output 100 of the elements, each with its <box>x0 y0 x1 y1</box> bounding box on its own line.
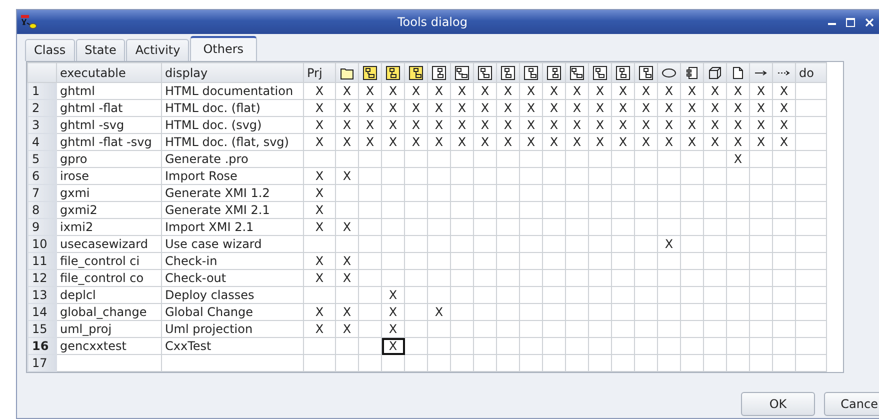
column-header[interactable]: do <box>796 62 826 82</box>
check-mark[interactable]: X <box>772 116 796 134</box>
table-cell[interactable]: usecasewizard <box>56 236 162 252</box>
check-mark[interactable]: X <box>404 82 428 100</box>
check-mark[interactable]: X <box>566 82 588 100</box>
check-mark[interactable]: X <box>566 134 588 150</box>
check-mark[interactable]: X <box>658 134 680 150</box>
table-cell[interactable]: global_change <box>56 304 162 320</box>
table-cell[interactable]: file_control co <box>56 270 162 286</box>
check-mark[interactable]: X <box>336 168 358 184</box>
check-mark[interactable]: X <box>726 100 750 116</box>
check-mark[interactable]: X <box>304 270 336 286</box>
check-mark[interactable]: X <box>680 116 704 134</box>
check-mark[interactable]: X <box>588 116 612 134</box>
row-number[interactable]: 14 <box>28 304 56 320</box>
check-mark[interactable]: X <box>304 304 336 320</box>
check-mark[interactable]: X <box>450 134 474 150</box>
check-mark[interactable]: X <box>726 82 750 100</box>
table-cell[interactable]: Generate XMI 2.1 <box>162 202 304 218</box>
check-mark[interactable]: X <box>496 134 520 150</box>
table-cell[interactable]: Generate .pro <box>162 150 304 168</box>
row-number[interactable]: 8 <box>28 202 56 218</box>
table-cell[interactable]: CxxTest <box>162 338 304 354</box>
check-mark[interactable]: X <box>474 100 496 116</box>
row-number[interactable]: 9 <box>28 218 56 236</box>
check-mark[interactable]: X <box>658 236 680 252</box>
check-mark[interactable]: X <box>680 134 704 150</box>
check-mark[interactable]: X <box>304 202 336 218</box>
check-mark[interactable]: X <box>520 134 542 150</box>
check-mark[interactable]: X <box>382 82 404 100</box>
check-mark[interactable]: X <box>382 116 404 134</box>
check-mark[interactable]: X <box>304 168 336 184</box>
row-number[interactable]: 16 <box>28 338 56 354</box>
table-cell[interactable]: ixmi2 <box>56 218 162 236</box>
row-number[interactable]: 4 <box>28 134 56 150</box>
check-mark[interactable]: X <box>566 116 588 134</box>
check-mark[interactable]: X <box>542 134 566 150</box>
tab[interactable]: State <box>76 39 126 61</box>
check-mark[interactable]: X <box>496 82 520 100</box>
check-mark[interactable]: X <box>750 82 772 100</box>
row-number[interactable]: 13 <box>28 286 56 304</box>
check-mark[interactable]: X <box>658 116 680 134</box>
check-mark[interactable]: X <box>382 286 404 304</box>
table-cell[interactable]: ghtml <box>56 82 162 100</box>
table-cell[interactable]: Deploy classes <box>162 286 304 304</box>
check-mark[interactable]: X <box>336 304 358 320</box>
check-mark[interactable]: X <box>612 134 634 150</box>
check-mark[interactable]: X <box>612 116 634 134</box>
table-cell[interactable]: Generate XMI 1.2 <box>162 184 304 202</box>
row-number[interactable]: 6 <box>28 168 56 184</box>
check-mark[interactable]: X <box>772 100 796 116</box>
check-mark[interactable]: X <box>520 100 542 116</box>
dialog-button[interactable]: OK <box>741 392 815 416</box>
check-mark[interactable]: X <box>772 134 796 150</box>
table-cell[interactable]: gxmi2 <box>56 202 162 218</box>
check-mark[interactable]: X <box>634 116 658 134</box>
table-cell[interactable]: ghtml -flat -svg <box>56 134 162 150</box>
check-mark[interactable]: X <box>336 270 358 286</box>
row-number[interactable]: 7 <box>28 184 56 202</box>
check-mark[interactable]: X <box>404 116 428 134</box>
check-mark[interactable]: X <box>304 116 336 134</box>
table-cell[interactable]: HTML documentation <box>162 82 304 100</box>
check-mark[interactable]: X <box>726 116 750 134</box>
check-mark[interactable]: X <box>336 218 358 236</box>
check-mark[interactable]: X <box>520 82 542 100</box>
table-cell[interactable]: uml_proj <box>56 320 162 338</box>
check-mark[interactable]: X <box>358 134 382 150</box>
check-mark[interactable]: X <box>336 82 358 100</box>
check-mark[interactable]: X <box>726 134 750 150</box>
table-cell[interactable]: Check-in <box>162 252 304 270</box>
table-cell[interactable]: gxmi <box>56 184 162 202</box>
table-cell[interactable]: gencxxtest <box>56 338 162 354</box>
check-mark[interactable]: X <box>612 82 634 100</box>
table-cell[interactable]: file_control ci <box>56 252 162 270</box>
check-mark[interactable]: X <box>658 82 680 100</box>
check-mark[interactable]: X <box>474 116 496 134</box>
check-mark[interactable]: X <box>428 116 450 134</box>
check-mark[interactable]: X <box>428 100 450 116</box>
column-header[interactable]: Prj <box>304 62 336 82</box>
check-mark[interactable]: X <box>634 100 658 116</box>
check-mark[interactable]: X <box>304 100 336 116</box>
row-number[interactable]: 2 <box>28 100 56 116</box>
table-cell[interactable]: ghtml -svg <box>56 116 162 134</box>
check-mark[interactable]: X <box>496 100 520 116</box>
row-number[interactable]: 11 <box>28 252 56 270</box>
column-header[interactable]: executable <box>56 62 162 82</box>
check-mark[interactable]: X <box>680 82 704 100</box>
tab[interactable]: Class <box>25 39 75 61</box>
check-mark[interactable]: X <box>304 134 336 150</box>
check-mark[interactable]: X <box>304 320 336 338</box>
check-mark[interactable]: X <box>704 100 726 116</box>
check-mark[interactable]: X <box>520 116 542 134</box>
check-mark[interactable]: X <box>542 82 566 100</box>
check-mark[interactable]: X <box>474 134 496 150</box>
check-mark[interactable]: X <box>772 82 796 100</box>
check-mark[interactable]: X <box>566 100 588 116</box>
check-mark[interactable]: X <box>450 100 474 116</box>
check-mark[interactable]: X <box>588 100 612 116</box>
check-mark[interactable]: X <box>358 116 382 134</box>
table-cell[interactable]: Global Change <box>162 304 304 320</box>
